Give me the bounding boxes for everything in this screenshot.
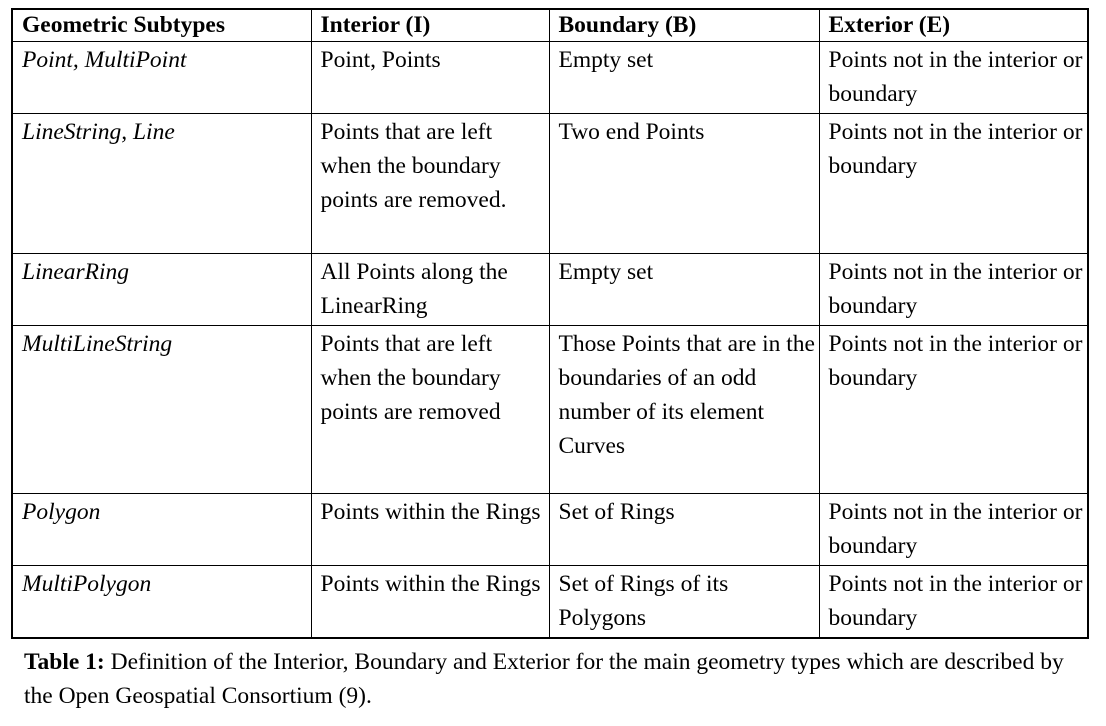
cell-text: All Points along the LinearRing (320, 259, 508, 319)
column-header-label: Boundary (B) (558, 12, 697, 38)
table-header-row: Geometric Subtypes Interior (I) Boundary… (11, 8, 1089, 42)
table-row: Point, MultiPoint Point, Points Empty se… (11, 41, 1089, 114)
cell-text: Points that are left when the boundary p… (320, 119, 507, 213)
cell-text: MultiPolygon (22, 571, 152, 597)
cell-text: Points not in the interior or boundary (828, 259, 1083, 319)
cell-exterior: Points not in the interior or boundary (818, 565, 1089, 639)
column-header-geometric-subtypes: Geometric Subtypes (11, 8, 312, 42)
column-header-label: Geometric Subtypes (22, 12, 225, 38)
cell-subtype: Polygon (11, 493, 312, 566)
cell-subtype: Point, MultiPoint (11, 41, 312, 114)
cell-interior: All Points along the LinearRing (310, 253, 550, 326)
cell-text: MultiLineString (22, 331, 173, 357)
cell-exterior: Points not in the interior or boundary (818, 253, 1089, 326)
cell-text: Point, MultiPoint (22, 47, 187, 73)
table-row: MultiLineString Points that are left whe… (11, 325, 1089, 494)
cell-text: Two end Points (558, 119, 705, 145)
cell-boundary: Those Points that are in the boundaries … (548, 325, 820, 494)
column-header-boundary: Boundary (B) (548, 8, 820, 42)
column-header-label: Exterior (E) (828, 12, 951, 38)
cell-text: Points not in the interior or boundary (828, 331, 1083, 391)
table-row: LineString, Line Points that are left wh… (11, 113, 1089, 254)
cell-interior: Points that are left when the boundary p… (310, 113, 550, 254)
column-header-interior: Interior (I) (310, 8, 550, 42)
cell-text: LineString, Line (22, 119, 175, 145)
column-header-label: Interior (I) (320, 12, 431, 38)
table-container: Geometric Subtypes Interior (I) Boundary… (11, 8, 1089, 639)
cell-subtype: LinearRing (11, 253, 312, 326)
cell-text: LinearRing (22, 259, 130, 285)
cell-text: Points not in the interior or boundary (828, 571, 1083, 631)
cell-subtype: MultiLineString (11, 325, 312, 494)
cell-text: Points not in the interior or boundary (828, 499, 1083, 559)
cell-boundary: Two end Points (548, 113, 820, 254)
cell-exterior: Points not in the interior or boundary (818, 325, 1089, 494)
cell-text: Empty set (558, 259, 654, 285)
caption-body: Definition of the Interior, Boundary and… (24, 649, 1064, 709)
cell-boundary: Set of Rings (548, 493, 820, 566)
cell-boundary: Empty set (548, 253, 820, 326)
cell-text: Points within the Rings (320, 499, 541, 525)
cell-text: Set of Rings of its Polygons (558, 571, 729, 631)
cell-subtype: MultiPolygon (11, 565, 312, 639)
cell-interior: Point, Points (310, 41, 550, 114)
cell-exterior: Points not in the interior or boundary (818, 41, 1089, 114)
column-header-exterior: Exterior (E) (818, 8, 1089, 42)
cell-text: Empty set (558, 47, 654, 73)
cell-boundary: Empty set (548, 41, 820, 114)
table-row: LinearRing All Points along the LinearRi… (11, 253, 1089, 326)
cell-subtype: LineString, Line (11, 113, 312, 254)
cell-interior: Points within the Rings (310, 493, 550, 566)
cell-interior: Points within the Rings (310, 565, 550, 639)
cell-text: Points within the Rings (320, 571, 541, 597)
cell-text: Point, Points (320, 47, 441, 73)
table-body: Point, MultiPoint Point, Points Empty se… (11, 41, 1089, 639)
table-row: MultiPolygon Points within the Rings Set… (11, 565, 1089, 639)
cell-text: Polygon (22, 499, 101, 525)
cell-text: Points not in the interior or boundary (828, 119, 1083, 179)
page-root: Geometric Subtypes Interior (I) Boundary… (0, 0, 1106, 726)
table-row: Polygon Points within the Rings Set of R… (11, 493, 1089, 566)
cell-text: Set of Rings (558, 499, 675, 525)
cell-exterior: Points not in the interior or boundary (818, 493, 1089, 566)
cell-text: Points not in the interior or boundary (828, 47, 1083, 107)
cell-boundary: Set of Rings of its Polygons (548, 565, 820, 639)
geometric-subtypes-table: Geometric Subtypes Interior (I) Boundary… (11, 8, 1089, 639)
cell-text: Points that are left when the boundary p… (320, 331, 501, 425)
cell-text: Those Points that are in the boundaries … (558, 331, 816, 459)
caption-label: Table 1: (24, 649, 105, 675)
cell-interior: Points that are left when the boundary p… (310, 325, 550, 494)
table-header: Geometric Subtypes Interior (I) Boundary… (11, 8, 1089, 42)
table-caption: Table 1: Definition of the Interior, Bou… (24, 645, 1079, 713)
cell-exterior: Points not in the interior or boundary (818, 113, 1089, 254)
